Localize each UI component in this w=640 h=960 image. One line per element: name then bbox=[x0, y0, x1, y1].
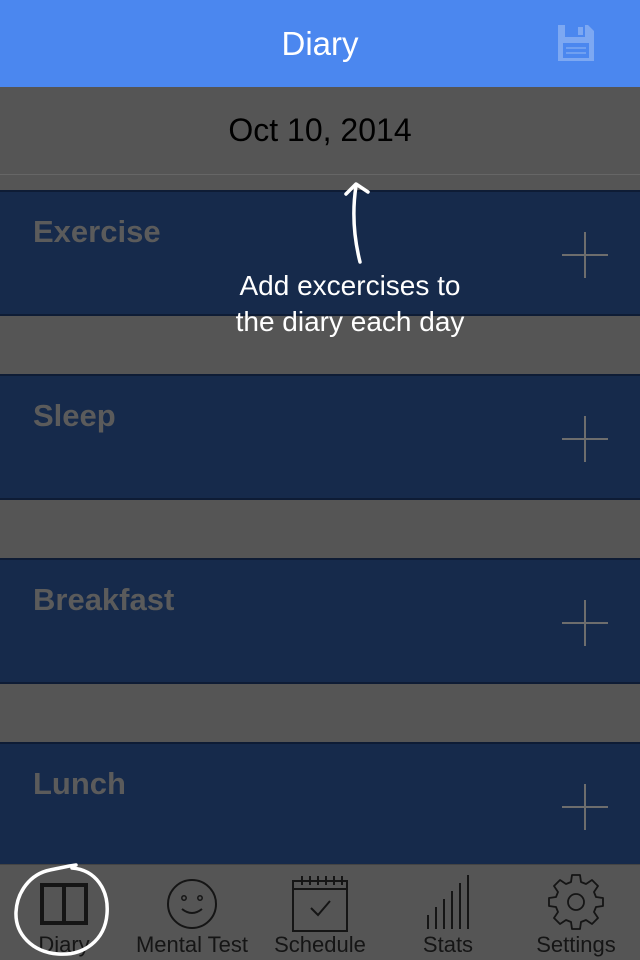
tab-label: Mental Test bbox=[135, 932, 249, 957]
section-breakfast[interactable]: Breakfast bbox=[0, 558, 640, 684]
plus-icon[interactable] bbox=[562, 600, 608, 646]
smiley-face-icon bbox=[167, 879, 217, 929]
tab-label: Stats bbox=[422, 932, 474, 957]
current-date: Oct 10, 2014 bbox=[228, 112, 412, 148]
section-title: Breakfast bbox=[33, 582, 175, 617]
navigation-bar: Diary bbox=[0, 0, 640, 87]
tab-label: Schedule bbox=[274, 932, 366, 957]
plus-icon[interactable] bbox=[562, 784, 608, 830]
hint-text: Add excercises to the diary each day bbox=[200, 268, 500, 340]
gear-icon bbox=[548, 874, 604, 930]
hint-line-2: the diary each day bbox=[235, 306, 465, 337]
tab-stats[interactable]: Stats bbox=[384, 865, 512, 960]
page-title: Diary bbox=[281, 24, 359, 62]
tab-mental-test[interactable]: Mental Test bbox=[128, 865, 256, 960]
plus-icon[interactable] bbox=[562, 232, 608, 278]
bar-chart-icon bbox=[427, 875, 469, 929]
plus-icon[interactable] bbox=[562, 416, 608, 462]
section-title: Lunch bbox=[33, 766, 126, 801]
hint-line-1: Add excercises to bbox=[239, 270, 461, 301]
tab-schedule[interactable]: Schedule bbox=[256, 865, 384, 960]
hint-arrow-icon bbox=[344, 182, 370, 264]
calendar-check-icon bbox=[292, 876, 348, 932]
tab-label: Settings bbox=[536, 932, 616, 957]
section-lunch[interactable]: Lunch bbox=[0, 742, 640, 868]
highlight-circle-icon bbox=[14, 863, 109, 956]
floppy-disk-icon[interactable] bbox=[556, 23, 596, 63]
date-selector[interactable]: Oct 10, 2014 bbox=[0, 87, 640, 175]
tab-settings[interactable]: Settings bbox=[512, 865, 640, 960]
section-title: Sleep bbox=[33, 398, 116, 433]
section-sleep[interactable]: Sleep bbox=[0, 374, 640, 500]
section-title: Exercise bbox=[33, 214, 161, 249]
